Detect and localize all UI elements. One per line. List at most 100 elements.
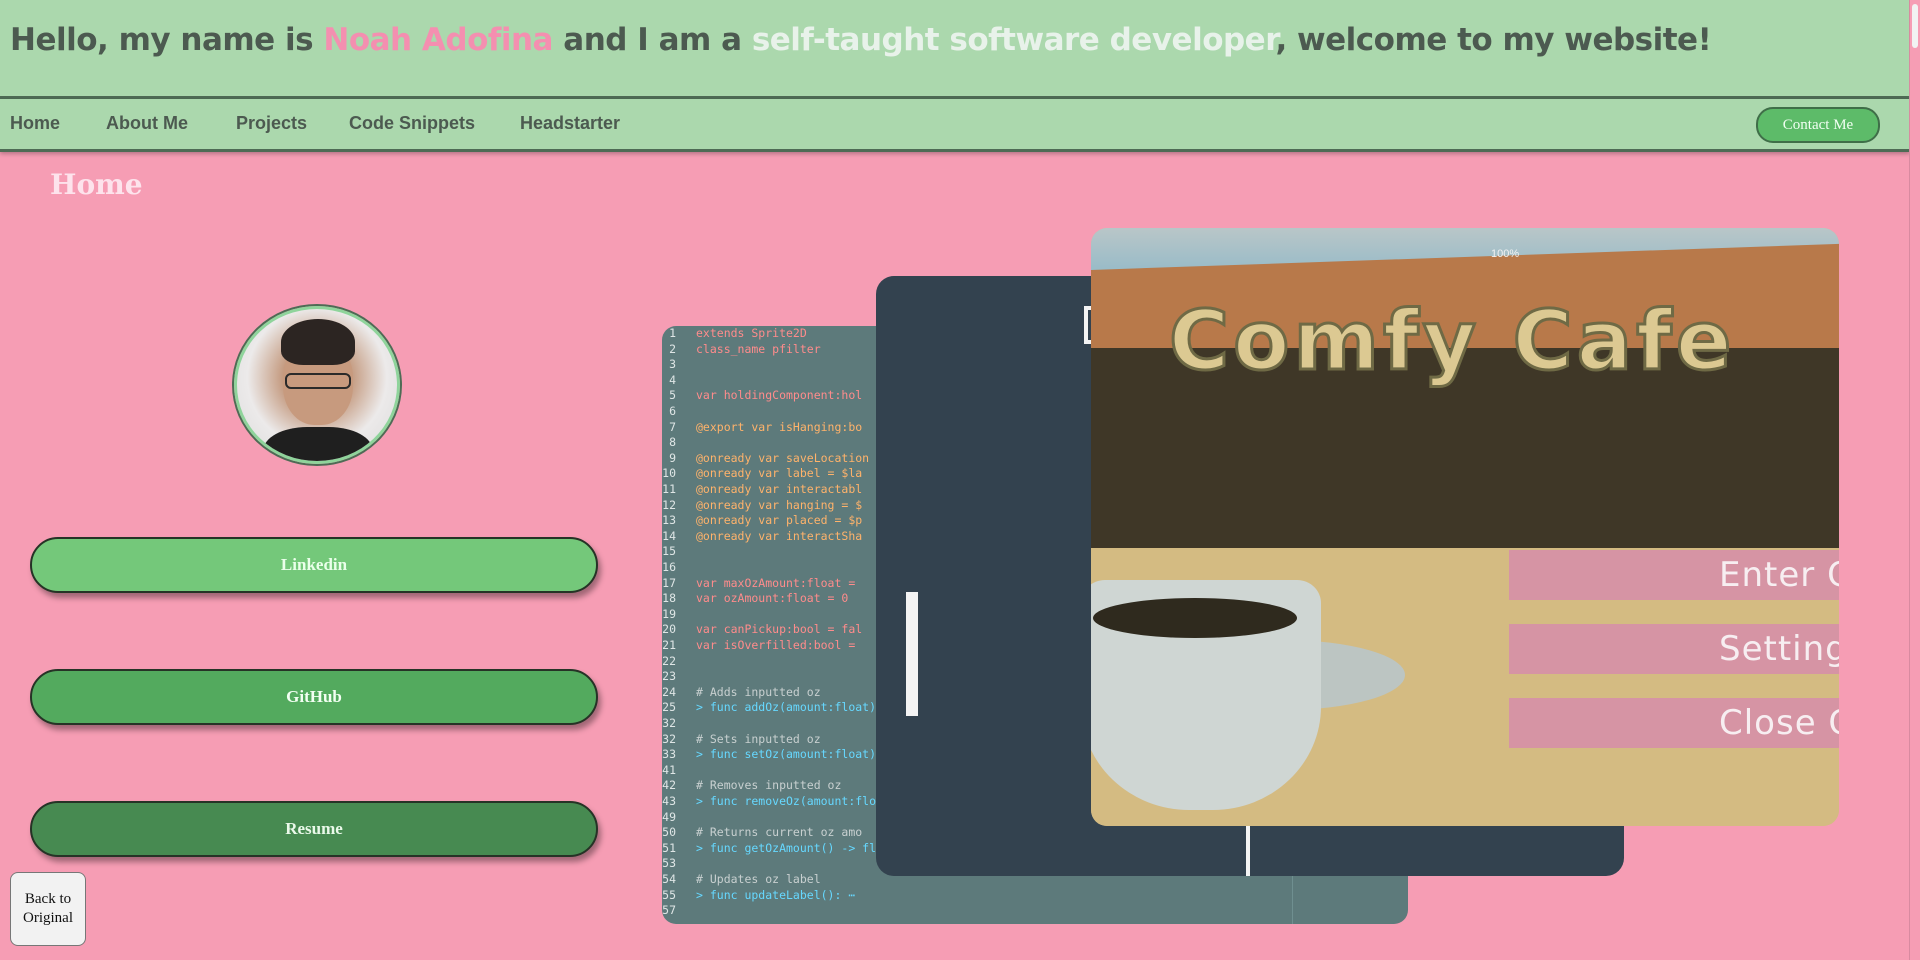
code-text: > func addOz(amount:float) bbox=[696, 700, 877, 715]
code-line: 16 bbox=[662, 560, 676, 575]
code-line: 42 # Removes inputted oz bbox=[662, 778, 841, 793]
nav-headstarter[interactable]: Headstarter bbox=[520, 113, 620, 134]
linkedin-button[interactable]: Linkedin bbox=[30, 537, 598, 593]
code-text: @onready var label = $la bbox=[696, 466, 863, 481]
pong-net bbox=[1246, 826, 1250, 876]
scrollbar-thumb[interactable] bbox=[1912, 4, 1918, 48]
code-line: 8 bbox=[662, 435, 676, 450]
line-number: 9 bbox=[669, 450, 676, 465]
code-line: 6 bbox=[662, 404, 676, 419]
code-line: 17 var maxOzAmount:float = bbox=[662, 575, 855, 591]
code-line: 13 @onready var placed = $p bbox=[662, 513, 862, 528]
line-number: 41 bbox=[662, 762, 676, 777]
comfy-cafe-project-card[interactable]: 100% Comfy Cafe Enter Ca Setting Close G… bbox=[1091, 228, 1839, 826]
author-name: Noah Adofina bbox=[323, 22, 553, 58]
code-line: 32 # Sets inputted oz bbox=[662, 731, 820, 747]
code-text: @onready var interactabl bbox=[696, 482, 863, 496]
line-number: 32 bbox=[662, 731, 676, 746]
back-label-line2: Original bbox=[23, 910, 73, 926]
code-text: @onready var placed = $p bbox=[696, 513, 863, 528]
code-text: var holdingComponent:hol bbox=[696, 388, 863, 403]
page-title: Home bbox=[50, 168, 143, 201]
code-line: 7 @export var isHanging:bo bbox=[662, 419, 862, 435]
menu-settings: Setting bbox=[1509, 624, 1839, 674]
intro-heading: Hello, my name is Noah Adofina and I am … bbox=[10, 22, 1712, 58]
code-line: 41 bbox=[662, 763, 676, 778]
code-text: var isOverfilled:bool = bbox=[696, 638, 856, 652]
author-role: self-taught software developer bbox=[751, 22, 1276, 58]
github-button[interactable]: GitHub bbox=[30, 669, 598, 725]
code-line: 20 var canPickup:bool = fal bbox=[662, 622, 862, 637]
line-number: 10 bbox=[662, 466, 676, 481]
avatar-shirt bbox=[263, 427, 373, 461]
line-number: 42 bbox=[662, 778, 676, 793]
code-text: # Sets inputted oz bbox=[696, 731, 821, 746]
line-number: 19 bbox=[662, 606, 676, 621]
code-text: @onready var saveLocation bbox=[696, 450, 870, 465]
code-text: extends Sprite2D bbox=[696, 326, 807, 340]
line-number: 24 bbox=[662, 684, 676, 699]
line-number: 7 bbox=[669, 419, 676, 434]
line-number: 4 bbox=[669, 372, 676, 387]
line-number: 15 bbox=[662, 544, 676, 559]
code-line: 9 @onready var saveLocation bbox=[662, 450, 869, 466]
line-number: 5 bbox=[669, 388, 676, 403]
line-number: 57 bbox=[662, 903, 676, 918]
code-text: var maxOzAmount:float = bbox=[696, 575, 856, 590]
code-line: 33 > func setOz(amount:float) bbox=[662, 747, 876, 762]
back-label-line1: Back to bbox=[24, 891, 72, 907]
line-number: 12 bbox=[662, 497, 676, 512]
line-number: 1 bbox=[669, 326, 676, 340]
resume-button[interactable]: Resume bbox=[30, 801, 598, 857]
code-line: 54 # Updates oz label bbox=[662, 872, 820, 887]
line-number: 3 bbox=[669, 357, 676, 372]
code-text: > func updateLabel(): ⋯ bbox=[696, 887, 856, 902]
line-number: 43 bbox=[662, 794, 676, 808]
line-number: 25 bbox=[662, 700, 676, 715]
code-line: 23 bbox=[662, 669, 676, 684]
code-line: 50 # Returns current oz amo bbox=[662, 825, 862, 840]
intro-middle: and I am a bbox=[552, 22, 752, 58]
line-number: 2 bbox=[669, 341, 676, 356]
code-text: @onready var hanging = $ bbox=[696, 497, 863, 512]
line-number: 22 bbox=[662, 653, 676, 668]
code-line: 22 bbox=[662, 654, 676, 669]
nav-projects[interactable]: Projects bbox=[236, 113, 307, 134]
code-line: 24 # Adds inputted oz bbox=[662, 684, 820, 700]
code-line: 55 > func updateLabel(): ⋯ bbox=[662, 887, 855, 903]
nav-about-me[interactable]: About Me bbox=[106, 113, 188, 134]
line-number: 50 bbox=[662, 825, 676, 840]
code-text: var ozAmount:float = 0 bbox=[696, 591, 849, 606]
avatar-hair bbox=[281, 319, 355, 365]
code-text: > func setOz(amount:float) bbox=[696, 747, 877, 762]
code-line: 5 var holdingComponent:hol bbox=[662, 388, 862, 403]
code-text: # Removes inputted oz bbox=[696, 778, 842, 793]
line-number: 14 bbox=[662, 528, 676, 543]
intro-suffix: , welcome to my website! bbox=[1275, 22, 1712, 58]
line-number: 8 bbox=[669, 435, 676, 450]
pong-paddle bbox=[906, 592, 918, 716]
line-number: 51 bbox=[662, 840, 676, 855]
menu-close-game: Close Ga bbox=[1509, 698, 1839, 748]
line-number: 21 bbox=[662, 638, 676, 652]
nav-code-snippets[interactable]: Code Snippets bbox=[349, 113, 475, 134]
line-number: 17 bbox=[662, 575, 676, 590]
line-number: 33 bbox=[662, 747, 676, 762]
back-to-original-button[interactable]: Back to Original bbox=[10, 872, 86, 946]
line-number: 20 bbox=[662, 622, 676, 637]
code-line: 11 @onready var interactabl bbox=[662, 482, 862, 497]
code-text: var canPickup:bool = fal bbox=[696, 622, 863, 637]
code-text: # Updates oz label bbox=[696, 872, 821, 886]
intro-prefix: Hello, my name is bbox=[10, 22, 324, 58]
page-scrollbar[interactable] bbox=[1909, 0, 1920, 960]
line-number: 13 bbox=[662, 513, 676, 528]
avatar-glasses bbox=[285, 373, 351, 389]
cafe-game-title: Comfy Cafe bbox=[1167, 293, 1736, 391]
code-line: 25 > func addOz(amount:float) bbox=[662, 700, 876, 715]
contact-me-button[interactable]: Contact Me bbox=[1756, 107, 1880, 143]
code-text: @export var isHanging:bo bbox=[696, 419, 863, 434]
line-number: 55 bbox=[662, 887, 676, 902]
code-text: # Adds inputted oz bbox=[696, 684, 821, 699]
line-number: 18 bbox=[662, 591, 676, 606]
nav-home[interactable]: Home bbox=[10, 113, 60, 134]
